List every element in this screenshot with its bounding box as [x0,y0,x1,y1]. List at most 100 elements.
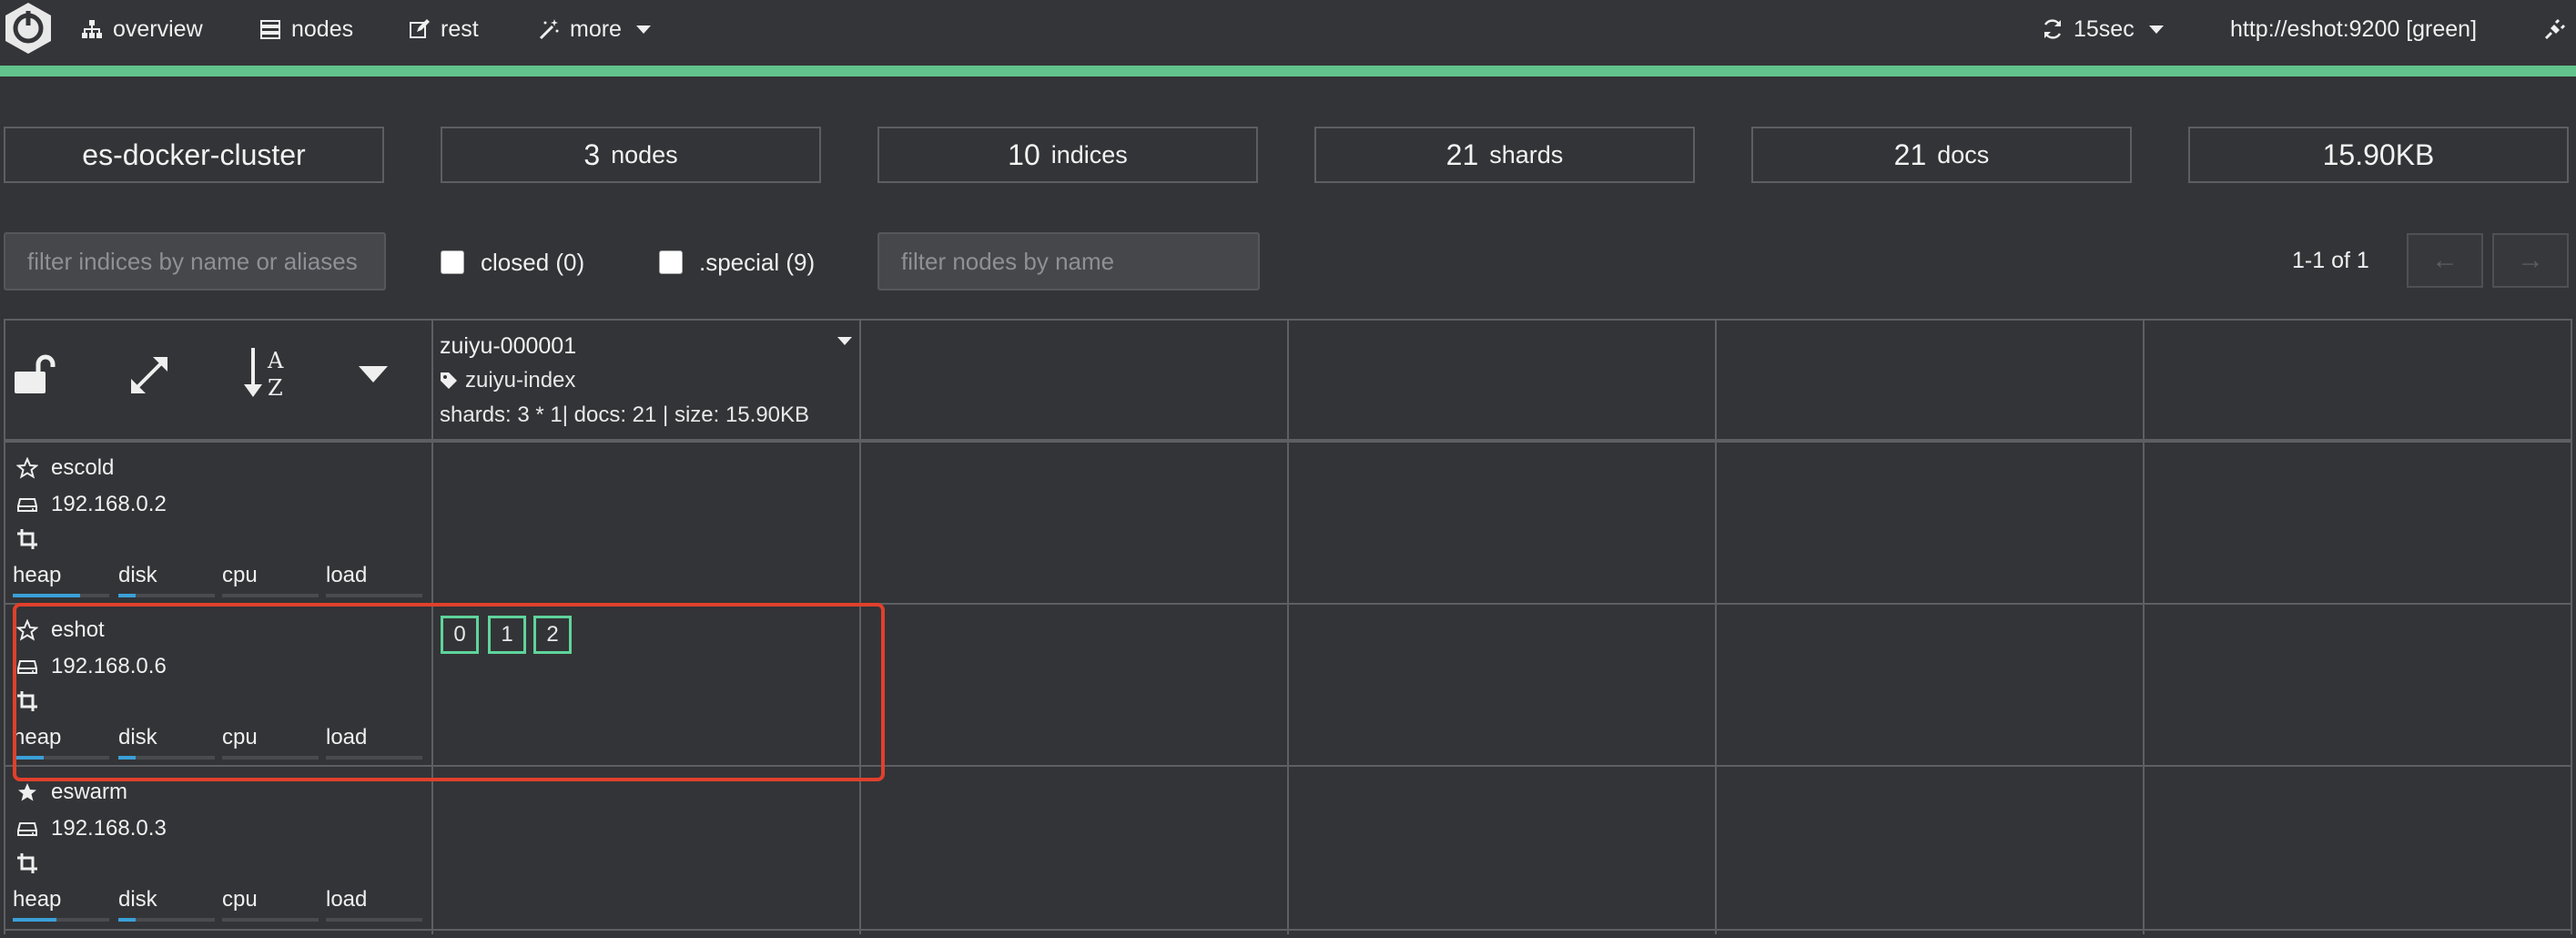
closed-checkbox-box[interactable] [441,250,464,274]
sort-alpha-icon[interactable]: AZ [242,344,297,401]
refresh-interval-label: 15sec [2074,15,2135,42]
node-name-row[interactable]: eswarm [16,780,127,805]
cluster-name-box: es-docker-cluster [4,127,384,183]
crop-icon[interactable] [16,852,38,874]
indices-count-box: 10 indices [877,127,1258,183]
metric-label-load: load [326,563,368,587]
chevron-down-icon [635,25,651,34]
magic-wand-icon [537,17,561,41]
grid-line [4,929,2572,931]
metric-label-cpu: cpu [222,887,258,912]
cluster-name: es-docker-cluster [82,138,306,171]
metric-label-load: load [326,887,368,912]
metric-label-disk: disk [118,887,157,912]
index-menu-chevron-icon[interactable] [837,337,852,345]
grid-line [2571,319,2572,934]
metric-bar-disk [118,918,215,922]
hdd-icon [16,494,38,515]
nav-more[interactable]: more [537,0,651,58]
index-stats: shards: 3 * 1| docs: 21 | size: 15.90KB [440,403,810,427]
cluster-status-bar [0,66,2576,76]
index-alias-label: zuiyu-index [465,368,576,393]
metric-label-cpu: cpu [222,563,258,587]
metric-bar-load [326,594,422,597]
size-box: 15.90KB [2188,127,2569,183]
grid-line [4,319,2572,321]
filter-nodes-input[interactable]: filter nodes by name [877,232,1260,291]
docs-count: 21 [1893,138,1927,171]
cluster-connection[interactable]: http://eshot:9200 [green] [2230,0,2477,58]
sitemap-icon [80,17,104,41]
edit-icon [408,17,431,41]
top-nav: overview nodes rest more 15sec http://es… [0,0,2576,66]
shards-count-box: 21 shards [1314,127,1695,183]
grid-line [4,439,2572,443]
docs-count-box: 21 docs [1751,127,2132,183]
metric-label-heap: heap [13,887,62,912]
node-ip: 192.168.0.3 [51,816,167,841]
disconnect-plug-icon[interactable] [2543,0,2567,58]
chevron-down-icon[interactable] [357,364,390,384]
server-icon [259,17,282,41]
grid-line [1715,319,1717,934]
grid-line [2143,319,2145,934]
index-name[interactable]: zuiyu-000001 [440,333,576,360]
cerebro-logo-icon[interactable] [0,0,56,56]
nav-nodes-label: nodes [291,15,354,42]
star-filled-icon [16,781,38,803]
special-checkbox[interactable]: .special (9) [659,233,815,291]
nav-nodes[interactable]: nodes [259,0,353,58]
pagination-info: 1-1 of 1 [2292,248,2369,273]
crop-icon[interactable] [16,528,38,550]
special-label: .special (9) [699,248,816,276]
shards-unit: shards [1489,140,1564,168]
indices-unit: indices [1050,140,1128,168]
node-ip-row: 192.168.0.2 [16,492,167,517]
nodes-count-box: 3 nodes [441,127,821,183]
expand-icon[interactable] [126,352,173,399]
nav-overview[interactable]: overview [80,0,203,58]
svg-text:Z: Z [268,375,283,401]
total-size: 15.90KB [2322,138,2435,171]
filter-indices-input[interactable]: filter indices by name or aliases [4,232,386,291]
closed-label: closed (0) [481,248,585,276]
node-ip-row: 192.168.0.3 [16,816,167,841]
nodes-count: 3 [583,138,601,171]
nav-rest-label: rest [441,15,479,42]
index-alias: zuiyu-index [440,368,575,393]
metric-fill-disk [118,594,137,597]
cluster-connection-label: http://eshot:9200 [green] [2230,15,2478,42]
metric-fill-heap [13,918,56,922]
indices-count: 10 [1008,138,1040,171]
metric-bar-heap [13,918,109,922]
next-page-button[interactable]: → [2492,233,2569,288]
metric-bar-load [326,918,422,922]
node-name: eswarm [51,780,128,804]
special-checkbox-box[interactable] [659,250,683,274]
metric-label-disk: disk [118,563,157,587]
metric-bar-disk [118,594,215,597]
metric-fill-disk [118,918,137,922]
refresh-interval-dropdown[interactable]: 15sec [2041,0,2164,58]
node-ip: 192.168.0.2 [51,492,167,516]
grid-line [4,319,5,934]
filter-nodes-placeholder: filter nodes by name [901,247,1115,275]
refresh-icon [2041,17,2064,41]
nav-overview-label: overview [113,15,203,42]
metric-fill-heap [13,594,81,597]
star-outline-icon [16,457,38,479]
node-name: escold [51,455,115,480]
unlock-icon[interactable] [11,352,58,399]
node-name-row[interactable]: escold [16,455,114,481]
metric-label-heap: heap [13,563,62,587]
closed-checkbox[interactable]: closed (0) [441,233,584,291]
nav-rest[interactable]: rest [408,0,479,58]
metric-bar-heap [13,594,109,597]
svg-text:A: A [267,348,284,373]
metric-bar-cpu [222,918,319,922]
shards-count: 21 [1445,138,1479,171]
prev-page-button[interactable]: ← [2407,233,2483,288]
nav-more-label: more [570,15,622,42]
tag-icon [440,372,458,390]
docs-unit: docs [1937,140,1990,168]
